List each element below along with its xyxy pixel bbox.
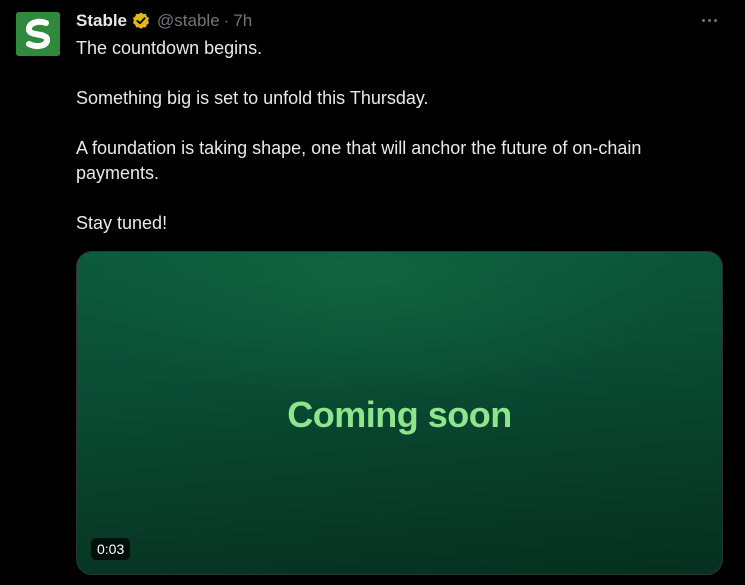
post-text: The countdown begins. Something big is s… [76, 36, 716, 261]
video-duration-badge: 0:03 [91, 538, 131, 560]
author-handle[interactable]: @stable [157, 11, 220, 31]
separator-dot: · [223, 11, 230, 30]
post-paragraph: Stay tuned! [76, 213, 168, 233]
author-avatar[interactable] [16, 12, 60, 56]
video-player[interactable]: Coming soon 0:03 [76, 251, 723, 575]
post-paragraph: Something big is set to unfold this Thur… [76, 88, 429, 108]
video-headline: Coming soon [287, 394, 512, 435]
post-header: Stable @stable · 7h [76, 9, 252, 33]
post-paragraph: A foundation is taking shape, one that w… [76, 138, 642, 183]
post-timestamp[interactable]: 7h [233, 11, 252, 31]
stable-logo-icon [16, 12, 60, 56]
verified-badge-icon[interactable] [131, 11, 151, 31]
post-paragraph: The countdown begins. [76, 38, 263, 58]
post: Stable @stable · 7h The countdown begins… [0, 0, 745, 585]
author-name[interactable]: Stable [76, 11, 127, 31]
more-options-icon[interactable] [697, 10, 721, 30]
